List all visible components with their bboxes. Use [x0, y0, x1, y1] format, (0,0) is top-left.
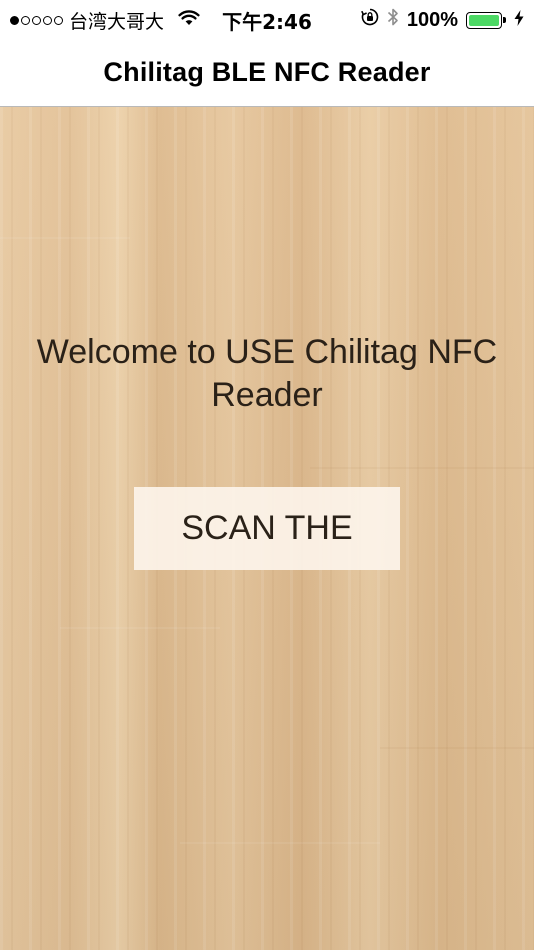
- status-right: 100%: [360, 7, 524, 33]
- navigation-bar: Chilitag BLE NFC Reader: [0, 38, 534, 107]
- main-content: Welcome to USE Chilitag NFC Reader SCAN …: [0, 107, 534, 950]
- battery-fill: [469, 14, 499, 26]
- charging-icon: [514, 9, 524, 32]
- wood-grain: [180, 842, 380, 844]
- app-screen: 台湾大哥大 下午2:46 100% Chilitag BLE NFC Reade…: [0, 0, 534, 950]
- wood-grain: [310, 467, 534, 469]
- bluetooth-icon: [387, 7, 399, 33]
- welcome-message: Welcome to USE Chilitag NFC Reader: [36, 333, 498, 414]
- scan-button[interactable]: SCAN THE: [134, 487, 400, 570]
- page-title: Chilitag BLE NFC Reader: [103, 56, 431, 87]
- wood-grain: [60, 627, 220, 629]
- battery-percentage: 100%: [406, 8, 458, 31]
- wood-grain: [380, 747, 534, 749]
- status-bar: 台湾大哥大 下午2:46 100%: [0, 0, 534, 38]
- orientation-lock-icon: [360, 8, 379, 32]
- wood-grain: [0, 237, 130, 239]
- battery-icon: [466, 11, 506, 29]
